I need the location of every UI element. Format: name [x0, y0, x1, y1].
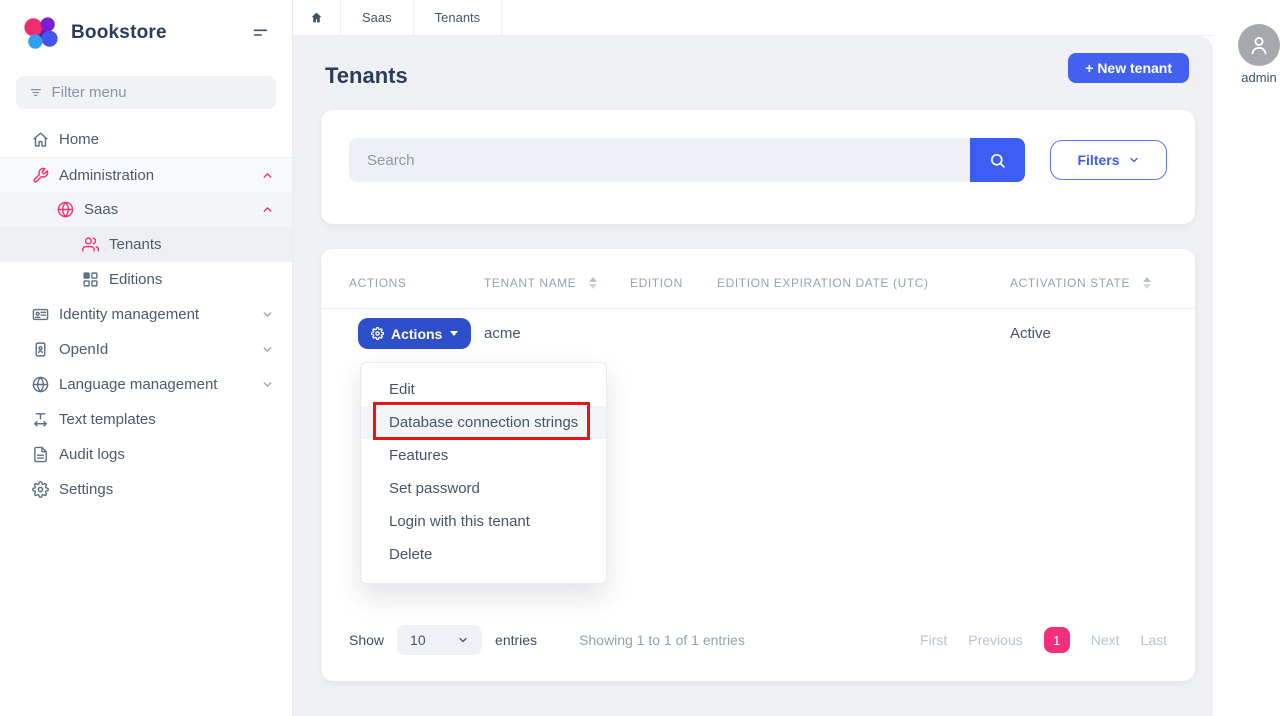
id-card-icon: [32, 306, 49, 323]
gear-icon: [32, 481, 49, 498]
chevron-down-icon: [261, 378, 274, 391]
person-icon: [1247, 33, 1271, 57]
menu-item-database-connection-strings[interactable]: Database connection strings: [361, 406, 606, 439]
breadcrumb-item-tenants[interactable]: Tenants: [414, 0, 503, 35]
wrench-icon: [32, 167, 49, 184]
sidebar-item-tenants[interactable]: Tenants: [0, 227, 292, 262]
avatar[interactable]: [1238, 24, 1280, 66]
pagination-current-page[interactable]: 1: [1044, 627, 1070, 653]
pagination-next[interactable]: Next: [1091, 632, 1120, 648]
column-header-actions: ACTIONS: [349, 276, 484, 290]
page-size-select[interactable]: 10: [397, 625, 482, 655]
pagination: First Previous 1 Next Last: [920, 627, 1167, 653]
row-actions-button[interactable]: Actions: [358, 318, 471, 349]
breadcrumb-item-saas[interactable]: Saas: [341, 0, 414, 35]
search-bar: [349, 138, 1025, 182]
filters-button[interactable]: Filters: [1050, 140, 1167, 180]
sidebar-item-identity-management[interactable]: Identity management: [0, 297, 292, 332]
screen: Bookstore Home Administration Saas: [0, 0, 1284, 716]
sidebar-item-saas[interactable]: Saas: [0, 192, 292, 227]
column-header-activation-state[interactable]: ACTIVATION STATE: [1010, 276, 1167, 290]
pagination-first[interactable]: First: [920, 632, 947, 648]
sort-icon[interactable]: [589, 277, 597, 289]
chevron-down-icon: [261, 343, 274, 356]
file-icon: [32, 446, 49, 463]
home-icon: [310, 11, 323, 24]
brand: Bookstore: [0, 0, 292, 66]
column-header-edition: EDITION: [630, 276, 717, 290]
menu-filter-input[interactable]: [52, 84, 263, 101]
entries-summary: Showing 1 to 1 of 1 entries: [579, 632, 745, 648]
sidebar-item-text-templates[interactable]: Text templates: [0, 402, 292, 437]
text-width-icon: [32, 411, 49, 428]
sidebar-item-openid[interactable]: OpenId: [0, 332, 292, 367]
sidebar-item-language-management[interactable]: Language management: [0, 367, 292, 402]
menu-item-features[interactable]: Features: [361, 439, 606, 472]
sidebar-nav: Home Administration Saas Tenants Edition…: [0, 122, 292, 507]
gear-icon: [371, 327, 384, 340]
menu-item-delete[interactable]: Delete: [361, 538, 606, 571]
entries-label: entries: [495, 632, 537, 648]
sidebar-item-audit-logs[interactable]: Audit logs: [0, 437, 292, 472]
grid-icon: [82, 271, 99, 288]
home-icon: [32, 131, 49, 148]
current-user: admin: [1236, 24, 1282, 85]
filter-icon: [29, 85, 43, 100]
sidebar-collapse-icon[interactable]: [251, 25, 270, 41]
sidebar-item-settings[interactable]: Settings: [0, 472, 292, 507]
menu-item-login-with-this-tenant[interactable]: Login with this tenant: [361, 505, 606, 538]
id-badge-icon: [32, 341, 49, 358]
search-card: Filters: [321, 110, 1195, 224]
chevron-down-icon: [457, 634, 469, 646]
chevron-up-icon: [261, 169, 274, 182]
users-icon: [82, 236, 99, 253]
search-icon: [989, 152, 1006, 169]
actions-dropdown-menu: Edit Database connection strings Feature…: [360, 362, 607, 584]
row-actions-cell: Actions: [349, 318, 484, 349]
app-title: Bookstore: [71, 22, 167, 44]
chevron-down-icon: [261, 308, 274, 321]
column-header-edition-expiration: EDITION EXPIRATION DATE (UTC): [717, 276, 1010, 290]
sidebar-item-editions[interactable]: Editions: [0, 262, 292, 297]
pagination-previous[interactable]: Previous: [968, 632, 1022, 648]
sort-icon[interactable]: [1143, 277, 1151, 289]
row-activation-state: Active: [1010, 325, 1167, 342]
search-input[interactable]: [349, 138, 970, 182]
search-button[interactable]: [970, 138, 1025, 182]
globe-icon: [57, 201, 74, 218]
new-tenant-button[interactable]: + New tenant: [1068, 53, 1189, 83]
page-title: Tenants: [325, 63, 408, 89]
column-header-tenant-name[interactable]: TENANT NAME: [484, 276, 630, 290]
sidebar: Bookstore Home Administration Saas: [0, 0, 293, 716]
menu-item-edit[interactable]: Edit: [361, 373, 606, 406]
table-header-row: ACTIONS TENANT NAME EDITION EDITION EXPI…: [321, 249, 1195, 309]
show-label: Show: [349, 632, 384, 648]
sidebar-item-home[interactable]: Home: [0, 122, 292, 157]
table-footer: Show 10 entries Showing 1 to 1 of 1 entr…: [349, 625, 1167, 655]
row-tenant-name: acme: [484, 325, 630, 342]
sidebar-filter[interactable]: [16, 76, 276, 109]
table-row: Actions acme Active: [321, 309, 1195, 349]
caret-down-icon: [450, 331, 458, 336]
chevron-down-icon: [1128, 154, 1140, 166]
globe-icon: [32, 376, 49, 393]
sidebar-item-administration[interactable]: Administration: [0, 157, 292, 192]
menu-item-set-password[interactable]: Set password: [361, 472, 606, 505]
pagination-last[interactable]: Last: [1141, 632, 1167, 648]
user-name: admin: [1236, 70, 1282, 85]
app-logo-icon: [22, 14, 60, 52]
breadcrumb-home[interactable]: [293, 0, 341, 35]
breadcrumb: Saas Tenants: [293, 0, 1213, 36]
chevron-up-icon: [261, 203, 274, 216]
